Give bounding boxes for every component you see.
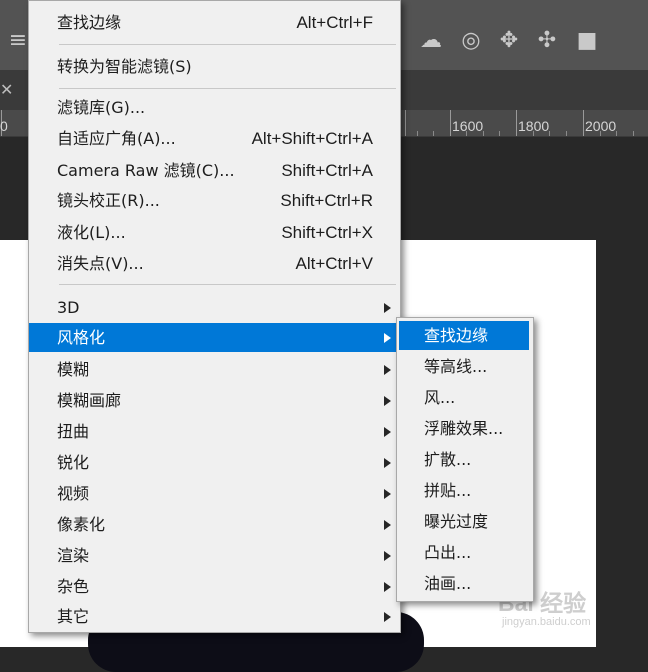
menu-item-label: 凸出...: [424, 543, 472, 562]
menu-item-label: 模糊: [57, 360, 90, 379]
submenu-arrow-icon: [384, 551, 391, 561]
menu-item-label: 杂色: [57, 577, 90, 596]
submenu-item-extrude[interactable]: 凸出...: [397, 538, 533, 567]
menu-item-filter-gallery[interactable]: 滤镜库(G)...: [29, 93, 400, 122]
menu-item-other[interactable]: 其它: [29, 602, 400, 631]
menu-item-label: 扭曲: [57, 422, 90, 441]
submenu-arrow-icon: [384, 303, 391, 313]
ruler-label: 0: [0, 118, 8, 134]
submenu-arrow-icon: [384, 489, 391, 499]
menu-item-shortcut: Alt+Ctrl+F: [296, 13, 373, 32]
ruler-label: 1600: [452, 118, 484, 134]
menu-separator: [59, 44, 396, 45]
menu-item-label: 自适应广角(A)...: [57, 129, 176, 148]
menu-item-shortcut: Alt+Ctrl+V: [295, 254, 373, 273]
menu-item-vanishing-point[interactable]: 消失点(V)... Alt+Ctrl+V: [29, 249, 400, 278]
submenu-item-solarize[interactable]: 曝光过度: [397, 507, 533, 536]
menu-item-label: Camera Raw 滤镜(C)...: [57, 161, 235, 180]
menu-item-shortcut: Alt+Shift+Ctrl+A: [251, 129, 373, 148]
menu-item-adaptive-wide-angle[interactable]: 自适应广角(A)... Alt+Shift+Ctrl+A: [29, 124, 400, 153]
menu-item-label: 曝光过度: [424, 512, 489, 531]
menu-item-label: 查找边缘: [57, 13, 122, 32]
menu-separator: [59, 284, 396, 285]
menu-item-label: 其它: [57, 607, 90, 626]
submenu-item-emboss[interactable]: 浮雕效果...: [397, 414, 533, 443]
menu-item-label: 视频: [57, 484, 90, 503]
submenu-item-tiles[interactable]: 拼贴...: [397, 476, 533, 505]
submenu-arrow-icon: [384, 333, 391, 343]
submenu-item-contour[interactable]: 等高线...: [397, 352, 533, 381]
menu-item-shortcut: Shift+Ctrl+X: [281, 223, 373, 242]
menu-item-3d[interactable]: 3D: [29, 293, 400, 322]
menu-item-find-edges[interactable]: 查找边缘 Alt+Ctrl+F: [29, 8, 400, 37]
submenu-arrow-icon: [384, 396, 391, 406]
filter-menu: 查找边缘 Alt+Ctrl+F 转换为智能滤镜(S) 滤镜库(G)... 自适应…: [28, 0, 401, 633]
submenu-arrow-icon: [384, 365, 391, 375]
menu-item-label: 扩散...: [424, 450, 472, 469]
menu-item-label: 滤镜库(G)...: [57, 98, 146, 117]
menu-item-label: 油画...: [424, 574, 472, 593]
orbit-3d-icon[interactable]: ☁: [418, 28, 444, 54]
submenu-arrow-icon: [384, 458, 391, 468]
roll-3d-icon[interactable]: ◎: [458, 28, 484, 54]
slide-3d-icon[interactable]: ✣: [534, 28, 560, 54]
pan-3d-icon[interactable]: ✥: [496, 28, 522, 54]
menu-item-label: 锐化: [57, 453, 90, 472]
submenu-item-find-edges[interactable]: 查找边缘: [399, 321, 529, 350]
menu-item-convert-smart-filter[interactable]: 转换为智能滤镜(S): [29, 52, 400, 81]
menu-item-label: 模糊画廊: [57, 391, 122, 410]
menu-item-label: 消失点(V)...: [57, 254, 144, 273]
menu-item-stylize[interactable]: 风格化: [29, 323, 400, 352]
menu-item-label: 镜头校正(R)...: [57, 191, 160, 210]
menu-item-label: 像素化: [57, 515, 106, 534]
stylize-submenu: 查找边缘 等高线... 风... 浮雕效果... 扩散... 拼贴... 曝光过…: [396, 317, 534, 602]
close-icon[interactable]: ✕: [0, 80, 13, 100]
watermark-url: jingyan.baidu.com: [502, 616, 591, 628]
menu-item-label: 浮雕效果...: [424, 419, 504, 438]
menu-item-blur[interactable]: 模糊: [29, 355, 400, 384]
menu-item-lens-correction[interactable]: 镜头校正(R)... Shift+Ctrl+R: [29, 186, 400, 215]
submenu-arrow-icon: [384, 427, 391, 437]
menu-item-label: 液化(L)...: [57, 223, 126, 242]
menu-item-shortcut: Shift+Ctrl+A: [281, 161, 373, 180]
menu-item-sharpen[interactable]: 锐化: [29, 448, 400, 477]
submenu-item-diffuse[interactable]: 扩散...: [397, 445, 533, 474]
menu-item-camera-raw[interactable]: Camera Raw 滤镜(C)... Shift+Ctrl+A: [29, 156, 400, 185]
submenu-item-oil-paint[interactable]: 油画...: [397, 569, 533, 598]
menu-item-noise[interactable]: 杂色: [29, 572, 400, 601]
menu-item-video[interactable]: 视频: [29, 479, 400, 508]
menu-item-distort[interactable]: 扭曲: [29, 417, 400, 446]
menu-item-label: 渲染: [57, 546, 90, 565]
menu-item-label: 等高线...: [424, 357, 488, 376]
menu-item-liquify[interactable]: 液化(L)... Shift+Ctrl+X: [29, 218, 400, 247]
menu-item-pixelate[interactable]: 像素化: [29, 510, 400, 539]
submenu-arrow-icon: [384, 612, 391, 622]
menu-item-label: 3D: [57, 298, 80, 317]
menu-item-label: 拼贴...: [424, 481, 472, 500]
submenu-arrow-icon: [384, 520, 391, 530]
menu-separator: [59, 88, 396, 89]
menu-item-label: 查找边缘: [424, 326, 489, 345]
menu-item-label: 转换为智能滤镜(S): [57, 57, 192, 76]
menu-item-blur-gallery[interactable]: 模糊画廊: [29, 386, 400, 415]
menu-item-shortcut: Shift+Ctrl+R: [280, 191, 373, 210]
menu-item-label: 风格化: [57, 328, 106, 347]
submenu-item-wind[interactable]: 风...: [397, 383, 533, 412]
menu-item-label: 风...: [424, 388, 456, 407]
menu-item-render[interactable]: 渲染: [29, 541, 400, 570]
camera-3d-icon[interactable]: ■: [574, 28, 600, 54]
submenu-arrow-icon: [384, 582, 391, 592]
